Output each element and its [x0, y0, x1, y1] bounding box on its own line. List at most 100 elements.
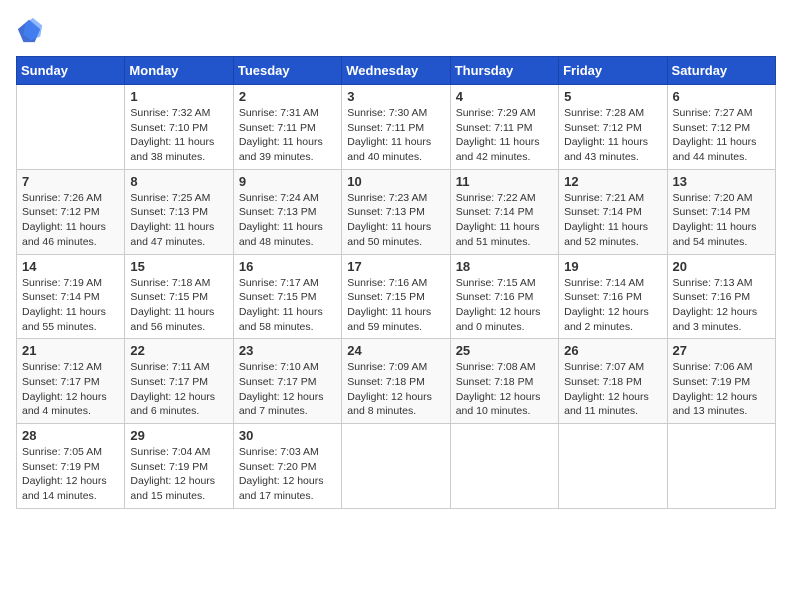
calendar-cell [342, 424, 450, 509]
calendar-cell: 17 Sunrise: 7:16 AM Sunset: 7:15 PM Dayl… [342, 254, 450, 339]
day-info: Sunrise: 7:31 AM Sunset: 7:11 PM Dayligh… [239, 106, 336, 165]
day-number: 28 [22, 428, 119, 443]
day-number: 7 [22, 174, 119, 189]
calendar-cell: 25 Sunrise: 7:08 AM Sunset: 7:18 PM Dayl… [450, 339, 558, 424]
weekday-header-monday: Monday [125, 57, 233, 85]
day-info: Sunrise: 7:04 AM Sunset: 7:19 PM Dayligh… [130, 445, 227, 504]
calendar-cell: 27 Sunrise: 7:06 AM Sunset: 7:19 PM Dayl… [667, 339, 775, 424]
day-number: 22 [130, 343, 227, 358]
day-info: Sunrise: 7:09 AM Sunset: 7:18 PM Dayligh… [347, 360, 444, 419]
day-info: Sunrise: 7:24 AM Sunset: 7:13 PM Dayligh… [239, 191, 336, 250]
calendar-cell: 26 Sunrise: 7:07 AM Sunset: 7:18 PM Dayl… [559, 339, 667, 424]
calendar-cell: 14 Sunrise: 7:19 AM Sunset: 7:14 PM Dayl… [17, 254, 125, 339]
day-info: Sunrise: 7:32 AM Sunset: 7:10 PM Dayligh… [130, 106, 227, 165]
day-info: Sunrise: 7:14 AM Sunset: 7:16 PM Dayligh… [564, 276, 661, 335]
day-info: Sunrise: 7:08 AM Sunset: 7:18 PM Dayligh… [456, 360, 553, 419]
calendar-cell: 4 Sunrise: 7:29 AM Sunset: 7:11 PM Dayli… [450, 85, 558, 170]
day-number: 6 [673, 89, 770, 104]
day-number: 9 [239, 174, 336, 189]
calendar-cell [559, 424, 667, 509]
calendar-week-5: 28 Sunrise: 7:05 AM Sunset: 7:19 PM Dayl… [17, 424, 776, 509]
day-number: 24 [347, 343, 444, 358]
calendar-cell: 29 Sunrise: 7:04 AM Sunset: 7:19 PM Dayl… [125, 424, 233, 509]
day-number: 14 [22, 259, 119, 274]
calendar-table: SundayMondayTuesdayWednesdayThursdayFrid… [16, 56, 776, 509]
calendar-week-3: 14 Sunrise: 7:19 AM Sunset: 7:14 PM Dayl… [17, 254, 776, 339]
day-info: Sunrise: 7:07 AM Sunset: 7:18 PM Dayligh… [564, 360, 661, 419]
day-number: 27 [673, 343, 770, 358]
day-info: Sunrise: 7:28 AM Sunset: 7:12 PM Dayligh… [564, 106, 661, 165]
calendar-cell: 11 Sunrise: 7:22 AM Sunset: 7:14 PM Dayl… [450, 169, 558, 254]
weekday-header-row: SundayMondayTuesdayWednesdayThursdayFrid… [17, 57, 776, 85]
calendar-cell: 30 Sunrise: 7:03 AM Sunset: 7:20 PM Dayl… [233, 424, 341, 509]
calendar-cell: 3 Sunrise: 7:30 AM Sunset: 7:11 PM Dayli… [342, 85, 450, 170]
day-info: Sunrise: 7:10 AM Sunset: 7:17 PM Dayligh… [239, 360, 336, 419]
day-number: 11 [456, 174, 553, 189]
calendar-week-2: 7 Sunrise: 7:26 AM Sunset: 7:12 PM Dayli… [17, 169, 776, 254]
calendar-week-4: 21 Sunrise: 7:12 AM Sunset: 7:17 PM Dayl… [17, 339, 776, 424]
day-info: Sunrise: 7:16 AM Sunset: 7:15 PM Dayligh… [347, 276, 444, 335]
day-number: 18 [456, 259, 553, 274]
day-number: 13 [673, 174, 770, 189]
day-info: Sunrise: 7:18 AM Sunset: 7:15 PM Dayligh… [130, 276, 227, 335]
day-info: Sunrise: 7:05 AM Sunset: 7:19 PM Dayligh… [22, 445, 119, 504]
calendar-cell: 9 Sunrise: 7:24 AM Sunset: 7:13 PM Dayli… [233, 169, 341, 254]
day-number: 19 [564, 259, 661, 274]
calendar-cell [17, 85, 125, 170]
day-number: 8 [130, 174, 227, 189]
calendar-body: 1 Sunrise: 7:32 AM Sunset: 7:10 PM Dayli… [17, 85, 776, 509]
day-info: Sunrise: 7:19 AM Sunset: 7:14 PM Dayligh… [22, 276, 119, 335]
day-info: Sunrise: 7:06 AM Sunset: 7:19 PM Dayligh… [673, 360, 770, 419]
day-number: 20 [673, 259, 770, 274]
day-info: Sunrise: 7:15 AM Sunset: 7:16 PM Dayligh… [456, 276, 553, 335]
day-info: Sunrise: 7:11 AM Sunset: 7:17 PM Dayligh… [130, 360, 227, 419]
calendar-cell: 24 Sunrise: 7:09 AM Sunset: 7:18 PM Dayl… [342, 339, 450, 424]
day-number: 15 [130, 259, 227, 274]
calendar-cell: 22 Sunrise: 7:11 AM Sunset: 7:17 PM Dayl… [125, 339, 233, 424]
day-number: 4 [456, 89, 553, 104]
day-number: 17 [347, 259, 444, 274]
calendar-cell: 18 Sunrise: 7:15 AM Sunset: 7:16 PM Dayl… [450, 254, 558, 339]
day-info: Sunrise: 7:22 AM Sunset: 7:14 PM Dayligh… [456, 191, 553, 250]
day-info: Sunrise: 7:17 AM Sunset: 7:15 PM Dayligh… [239, 276, 336, 335]
day-number: 5 [564, 89, 661, 104]
day-info: Sunrise: 7:21 AM Sunset: 7:14 PM Dayligh… [564, 191, 661, 250]
day-number: 2 [239, 89, 336, 104]
calendar-cell: 12 Sunrise: 7:21 AM Sunset: 7:14 PM Dayl… [559, 169, 667, 254]
day-info: Sunrise: 7:26 AM Sunset: 7:12 PM Dayligh… [22, 191, 119, 250]
calendar-cell: 23 Sunrise: 7:10 AM Sunset: 7:17 PM Dayl… [233, 339, 341, 424]
day-number: 25 [456, 343, 553, 358]
calendar-cell: 5 Sunrise: 7:28 AM Sunset: 7:12 PM Dayli… [559, 85, 667, 170]
weekday-header-saturday: Saturday [667, 57, 775, 85]
day-number: 12 [564, 174, 661, 189]
weekday-header-friday: Friday [559, 57, 667, 85]
day-info: Sunrise: 7:03 AM Sunset: 7:20 PM Dayligh… [239, 445, 336, 504]
day-info: Sunrise: 7:20 AM Sunset: 7:14 PM Dayligh… [673, 191, 770, 250]
day-number: 1 [130, 89, 227, 104]
calendar-cell: 20 Sunrise: 7:13 AM Sunset: 7:16 PM Dayl… [667, 254, 775, 339]
calendar-cell: 1 Sunrise: 7:32 AM Sunset: 7:10 PM Dayli… [125, 85, 233, 170]
day-number: 23 [239, 343, 336, 358]
logo [16, 16, 48, 44]
day-info: Sunrise: 7:12 AM Sunset: 7:17 PM Dayligh… [22, 360, 119, 419]
weekday-header-wednesday: Wednesday [342, 57, 450, 85]
weekday-header-sunday: Sunday [17, 57, 125, 85]
day-info: Sunrise: 7:25 AM Sunset: 7:13 PM Dayligh… [130, 191, 227, 250]
calendar-cell [450, 424, 558, 509]
calendar-cell: 15 Sunrise: 7:18 AM Sunset: 7:15 PM Dayl… [125, 254, 233, 339]
day-number: 3 [347, 89, 444, 104]
calendar-cell: 8 Sunrise: 7:25 AM Sunset: 7:13 PM Dayli… [125, 169, 233, 254]
calendar-cell: 2 Sunrise: 7:31 AM Sunset: 7:11 PM Dayli… [233, 85, 341, 170]
calendar-cell: 7 Sunrise: 7:26 AM Sunset: 7:12 PM Dayli… [17, 169, 125, 254]
logo-icon [16, 16, 44, 44]
day-info: Sunrise: 7:27 AM Sunset: 7:12 PM Dayligh… [673, 106, 770, 165]
day-number: 29 [130, 428, 227, 443]
day-info: Sunrise: 7:29 AM Sunset: 7:11 PM Dayligh… [456, 106, 553, 165]
calendar-cell: 10 Sunrise: 7:23 AM Sunset: 7:13 PM Dayl… [342, 169, 450, 254]
day-info: Sunrise: 7:30 AM Sunset: 7:11 PM Dayligh… [347, 106, 444, 165]
day-number: 30 [239, 428, 336, 443]
calendar-cell: 28 Sunrise: 7:05 AM Sunset: 7:19 PM Dayl… [17, 424, 125, 509]
weekday-header-tuesday: Tuesday [233, 57, 341, 85]
calendar-cell: 19 Sunrise: 7:14 AM Sunset: 7:16 PM Dayl… [559, 254, 667, 339]
calendar-cell [667, 424, 775, 509]
